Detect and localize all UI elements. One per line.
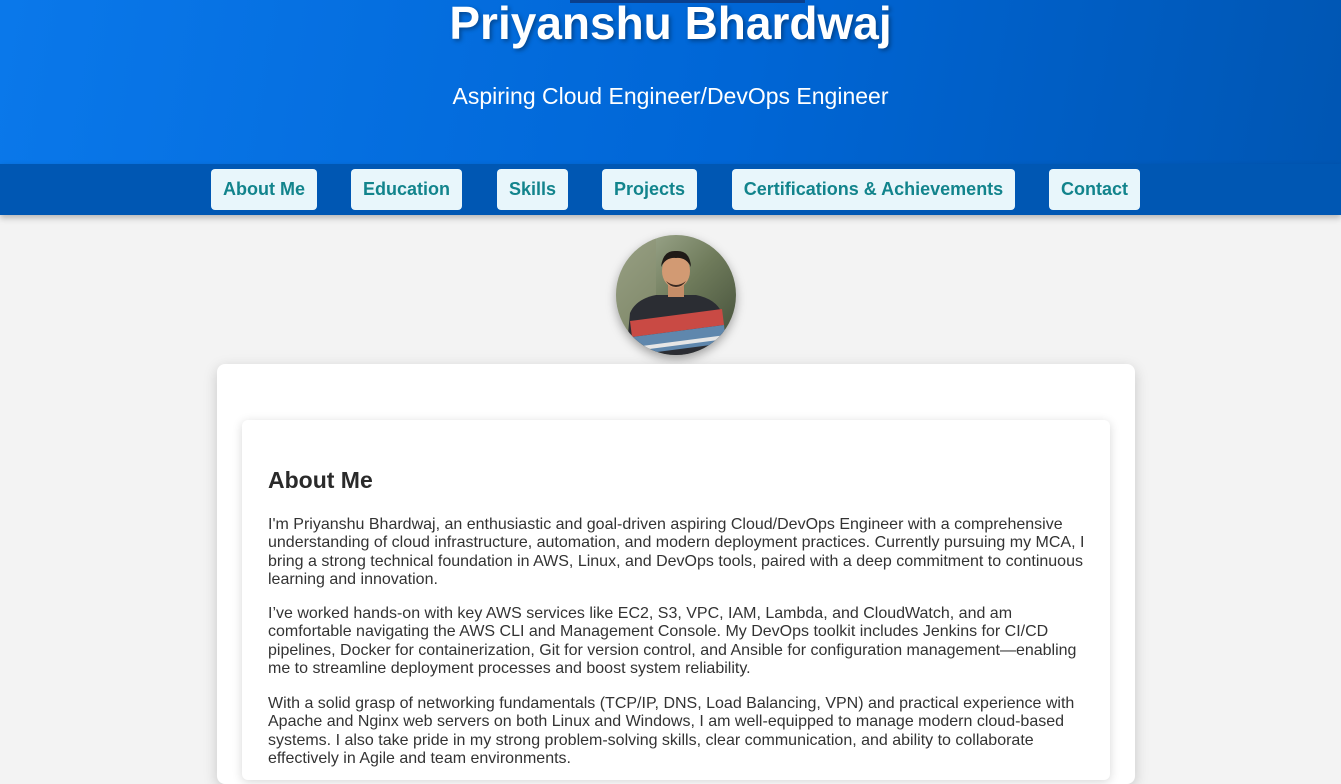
about-paragraph-2: I’ve worked hands-on with key AWS servic… xyxy=(268,605,1077,677)
page-subtitle: Aspiring Cloud Engineer/DevOps Engineer xyxy=(452,83,889,109)
hero-header: Priyanshu Bhardwaj Aspiring Cloud Engine… xyxy=(0,0,1341,164)
about-heading: About Me xyxy=(268,467,373,493)
profile-photo-icon xyxy=(616,235,736,355)
main-navigation: About Me Education Skills Projects Certi… xyxy=(0,164,1341,215)
nav-certifications-achievements[interactable]: Certifications & Achievements xyxy=(732,169,1015,210)
nav-education[interactable]: Education xyxy=(351,169,462,210)
nav-skills[interactable]: Skills xyxy=(497,169,568,210)
about-paragraph-3: With a solid grasp of networking fundame… xyxy=(268,695,1075,767)
nav-about-me[interactable]: About Me xyxy=(211,169,317,210)
profile-photo xyxy=(616,235,736,355)
page-title: Priyanshu Bhardwaj xyxy=(449,0,892,49)
nav-contact[interactable]: Contact xyxy=(1049,169,1140,210)
nav-projects[interactable]: Projects xyxy=(602,169,697,210)
about-paragraph-1: I'm Priyanshu Bhardwaj, an enthusiastic … xyxy=(268,516,1085,588)
